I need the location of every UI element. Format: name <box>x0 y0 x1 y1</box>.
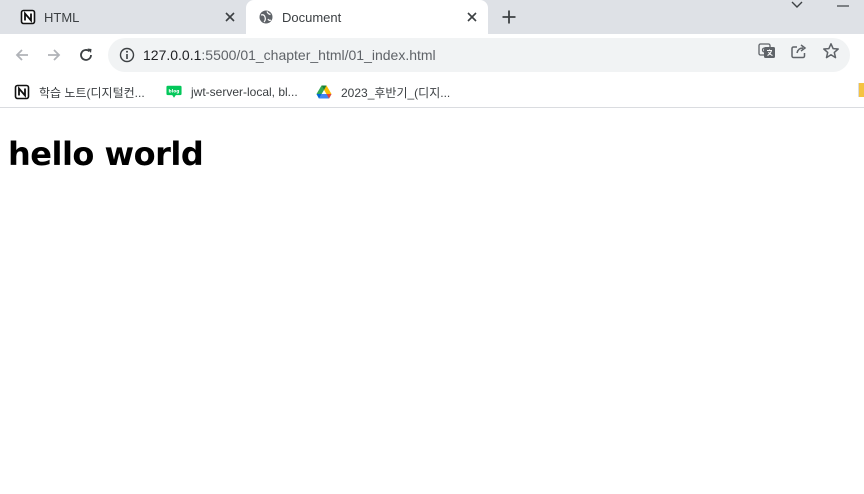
page-heading: hello world <box>8 135 204 173</box>
svg-text:G: G <box>762 47 768 55</box>
browser-window: HTML Document 127.0.0.1:5500/01_chapter_… <box>0 0 864 494</box>
tab-title: Document <box>282 9 342 25</box>
tab-document[interactable]: Document <box>246 0 488 34</box>
notion-icon <box>14 84 30 100</box>
url-path: :5500/01_chapter_html/01_index.html <box>201 47 436 63</box>
back-button[interactable] <box>10 43 34 67</box>
toolbar: 127.0.0.1:5500/01_chapter_html/01_index.… <box>0 34 864 76</box>
forward-button[interactable] <box>42 43 66 67</box>
bookmark-item[interactable]: 2023_후반기_(디지... <box>316 82 450 102</box>
new-tab-button[interactable] <box>498 6 520 28</box>
url-host: 127.0.0.1 <box>143 47 202 63</box>
other-bookmarks-folder-icon[interactable] <box>858 83 864 97</box>
notion-icon <box>20 9 36 25</box>
address-bar[interactable]: 127.0.0.1:5500/01_chapter_html/01_index.… <box>108 38 850 72</box>
blog-icon: blog <box>166 84 182 100</box>
tab-html[interactable]: HTML <box>8 0 246 34</box>
bookmark-item[interactable]: blog jwt-server-local, bl... <box>166 82 298 102</box>
bookmark-star-icon[interactable] <box>822 42 840 60</box>
page-content: hello world <box>0 109 864 494</box>
share-icon[interactable] <box>790 42 808 60</box>
close-tab-icon[interactable] <box>462 7 482 27</box>
globe-icon <box>258 9 274 25</box>
tab-search-chevron-icon[interactable] <box>788 0 806 12</box>
translate-icon[interactable]: G <box>758 42 776 60</box>
bookmark-label: 2023_후반기_(디지... <box>341 85 451 100</box>
bookmark-label: 학습 노트(디지털컨... <box>39 85 145 100</box>
bookmark-item[interactable]: 학습 노트(디지털컨... <box>14 82 145 102</box>
tab-strip: HTML Document <box>0 0 864 34</box>
tab-title: HTML <box>44 9 80 25</box>
url-text: 127.0.0.1:5500/01_chapter_html/01_index.… <box>143 47 850 63</box>
reload-button[interactable] <box>74 43 98 67</box>
blog-icon-text: blog <box>169 89 180 95</box>
close-tab-icon[interactable] <box>220 7 240 27</box>
minimize-button[interactable] <box>834 0 852 12</box>
site-info-icon[interactable] <box>118 46 136 64</box>
bookmark-label: jwt-server-local, bl... <box>191 85 298 99</box>
bookmarks-bar: 학습 노트(디지털컨... blog jwt-server-local, bl.… <box>0 76 864 108</box>
google-drive-icon <box>316 84 332 100</box>
